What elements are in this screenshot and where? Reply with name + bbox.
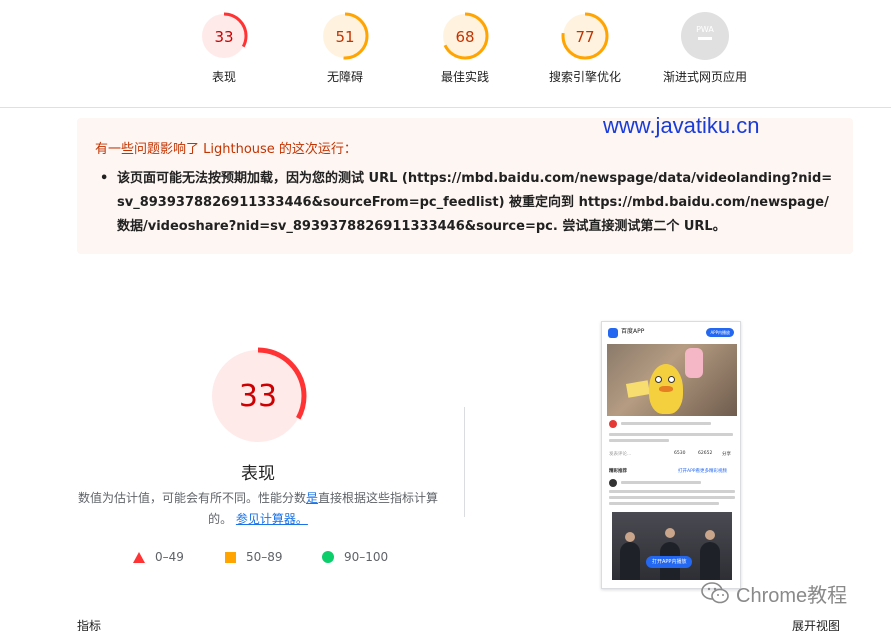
warning-item: • 该页面可能无法按预期加载，因为您的测试 URL (https://mbd.ba…	[100, 167, 837, 239]
score-description: 数值为估计值，可能会有所不同。性能分数是直接根据这些指标计算的。 参见计算器。	[72, 488, 444, 530]
lighthouse-report: 33 表现 51 无障碍 68 最佳实践 77 搜索引擎优化 PWA 渐进式网页…	[0, 0, 891, 631]
warning-title: 有一些问题影响了 Lighthouse 的这次运行：	[95, 142, 357, 157]
person-head	[705, 530, 715, 540]
gauge-label: 渐进式网页应用	[662, 70, 747, 84]
gauge-label: 表现	[211, 70, 236, 84]
duck-mascot	[649, 364, 683, 414]
phone-text-line	[609, 433, 733, 436]
video-person	[685, 348, 703, 378]
phone-header: 百度APP APP内播放	[602, 322, 740, 344]
triangle-icon	[133, 551, 145, 563]
gauge-label: 最佳实践	[440, 70, 489, 84]
gauge-pwa[interactable]: PWA 渐进式网页应用	[650, 12, 760, 85]
phone-text-line	[609, 496, 735, 499]
phone-open-app-button: 打开APP内播放	[646, 556, 693, 568]
person-figure	[620, 542, 640, 580]
baidu-logo-icon	[608, 328, 618, 338]
site-watermark: www.javatiku.cn	[603, 113, 760, 138]
phone-author-avatar	[609, 420, 617, 428]
legend-range: 90–100	[344, 550, 389, 564]
person-head	[625, 532, 635, 542]
expand-view-toggle[interactable]: 展开视图	[792, 617, 840, 631]
phone-app-name: 百度APP	[621, 328, 645, 335]
pwa-icon: PWA	[681, 12, 729, 60]
metrics-heading: 指标	[77, 619, 102, 631]
gauge-performance-ring: 33	[200, 12, 248, 60]
gauge-score: 33	[214, 28, 233, 46]
phone-text-line	[609, 490, 735, 493]
phone-video-image	[607, 344, 737, 416]
video-board	[625, 380, 651, 398]
gauge-accessibility[interactable]: 51 无障碍	[290, 12, 400, 85]
phone-section-title: 精彩推荐	[609, 469, 627, 474]
phone-count-2: 62652	[698, 451, 713, 456]
vertical-divider	[464, 407, 465, 517]
wechat-watermark: Chrome教程	[700, 578, 847, 608]
category-gauges-bar: 33 表现 51 无障碍 68 最佳实践 77 搜索引擎优化 PWA 渐进式网页…	[0, 0, 891, 108]
desc-text-before: 数值为估计值，可能会有所不同。性能分数	[77, 491, 306, 505]
phone-share: 分享	[722, 452, 731, 457]
person-head	[665, 528, 675, 538]
legend-range: 50–89	[246, 550, 283, 564]
phone-app-button: APP内播放	[706, 328, 734, 337]
legend-range: 0–49	[155, 550, 184, 564]
main-gauge-title: 表现	[241, 464, 275, 484]
phone-text-line	[609, 502, 719, 505]
legend-average: 50–89	[225, 550, 283, 564]
phone-text-line	[621, 422, 711, 425]
gauge-score: 77	[575, 28, 594, 46]
phone-news-image: 打开APP内播放	[612, 512, 732, 580]
gauge-best-practices-ring: 68	[441, 12, 489, 60]
pwa-dash	[698, 37, 712, 40]
circle-icon	[322, 551, 334, 563]
phone-text-line	[609, 439, 669, 442]
phone-news-avatar	[609, 479, 617, 487]
gauge-score: 68	[455, 28, 474, 46]
phone-section-link: 打开APP看更多精彩视频	[678, 469, 728, 474]
final-screenshot[interactable]: 百度APP APP内播放 发表评论... 6530 62652 分享 精彩推荐 …	[601, 321, 741, 589]
gauge-seo-ring: 77	[561, 12, 609, 60]
gauge-score: 51	[335, 28, 354, 46]
square-icon	[225, 551, 236, 563]
bullet-icon: •	[100, 171, 109, 186]
legend-pass: 90–100	[322, 550, 388, 564]
wechat-icon	[701, 582, 729, 604]
pwa-text: PWA	[696, 25, 714, 34]
gauge-accessibility-ring: 51	[321, 12, 369, 60]
gauge-best-practices[interactable]: 68 最佳实践	[410, 12, 520, 85]
phone-count-1: 6530	[674, 451, 686, 456]
duck-eye	[668, 376, 675, 383]
gauge-fill	[681, 12, 729, 60]
warning-list: • 该页面可能无法按预期加载，因为您的测试 URL (https://mbd.ba…	[100, 167, 837, 239]
duck-eye	[655, 376, 662, 383]
legend-fail: 0–49	[133, 550, 184, 564]
performance-main-gauge: 33	[209, 347, 307, 445]
wechat-watermark-text: Chrome教程	[736, 584, 848, 607]
calculator-link[interactable]: 参见计算器。	[236, 512, 308, 526]
main-gauge-score: 33	[239, 379, 277, 414]
duck-beak	[659, 386, 673, 392]
desc-link-is[interactable]: 是	[306, 491, 318, 505]
gauge-seo[interactable]: 77 搜索引擎优化	[530, 12, 640, 85]
gauge-label: 无障碍	[326, 70, 363, 84]
warning-item-text: 该页面可能无法按预期加载，因为您的测试 URL (https://mbd.bai…	[117, 171, 833, 234]
phone-text-line	[621, 481, 701, 484]
person-figure	[700, 542, 720, 580]
phone-comment-input: 发表评论...	[609, 452, 632, 457]
gauge-label: 搜索引擎优化	[548, 70, 621, 84]
gauge-performance[interactable]: 33 表现	[169, 12, 279, 85]
